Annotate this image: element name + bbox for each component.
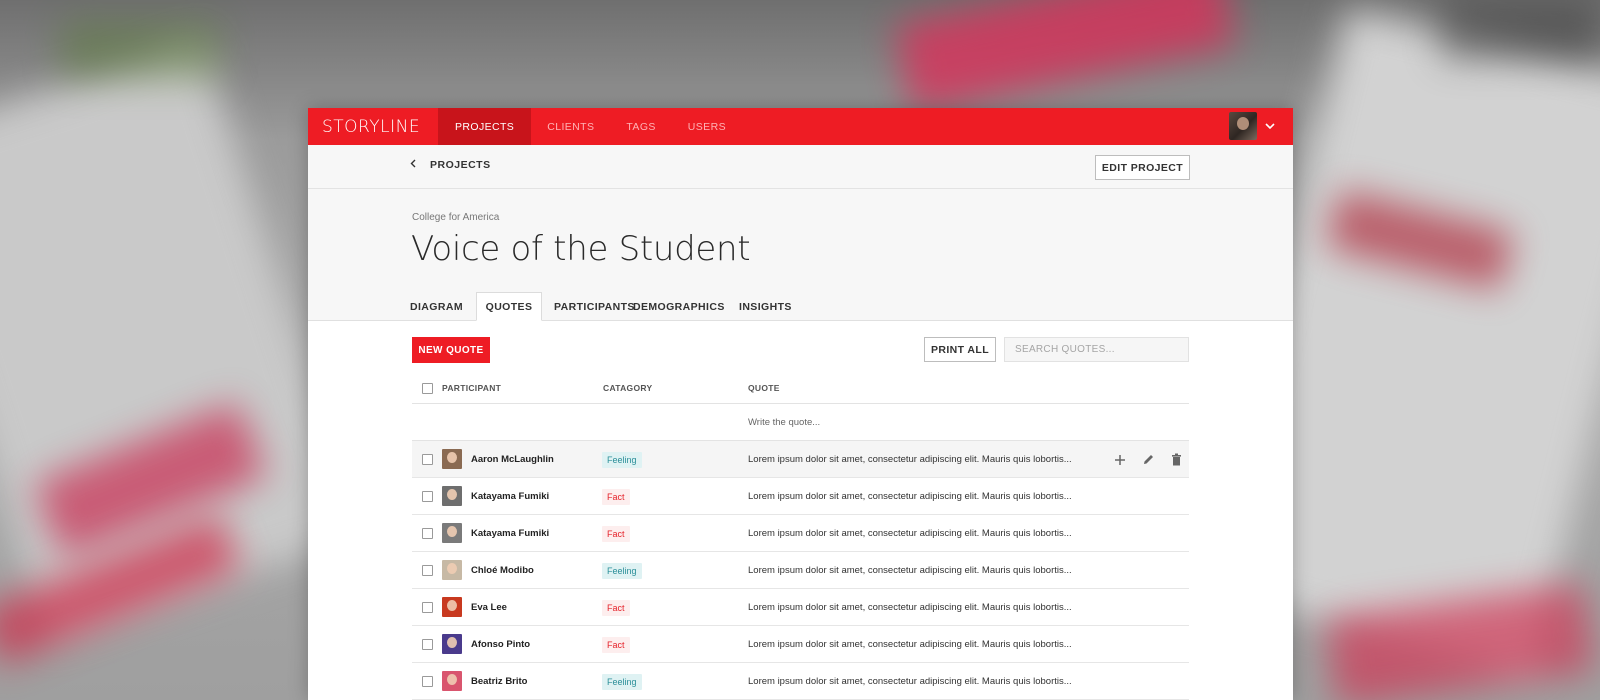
participant-name[interactable]: Aaron McLaughlin [471, 454, 602, 465]
avatar [442, 486, 462, 506]
table-row[interactable]: Aaron McLaughlin Feeling Lorem ipsum dolor… [412, 441, 1189, 478]
category-tag[interactable]: Feeling [602, 674, 642, 690]
avatar[interactable] [1229, 112, 1257, 140]
sub-bar: PROJECTS EDIT PROJECT [308, 145, 1293, 189]
table-header: PARTICIPANT CATAGORY QUOTE [412, 373, 1189, 404]
new-quote-button[interactable]: NEW QUOTE [412, 337, 490, 363]
participant-name[interactable]: Katayama Fumiki [471, 491, 602, 502]
quote-text[interactable]: Lorem ipsum dolor sit amet, consectetur … [748, 602, 1078, 613]
participant-name[interactable]: Katayama Fumiki [471, 528, 602, 539]
tab-insights[interactable]: INSIGHTS [739, 292, 799, 321]
quotes-table: PARTICIPANT CATAGORY QUOTE Write the quo… [412, 373, 1189, 700]
page-title: Voice of the Student [411, 229, 751, 269]
edit-project-button[interactable]: EDIT PROJECT [1095, 155, 1190, 180]
category-cell: Fact [602, 635, 748, 653]
quote-text[interactable]: Lorem ipsum dolor sit amet, consectetur … [748, 565, 1078, 576]
category-tag[interactable]: Fact [602, 637, 630, 653]
avatar [442, 671, 462, 691]
nav-projects[interactable]: PROJECTS [438, 108, 532, 145]
category-cell: Fact [602, 487, 748, 505]
row-checkbox[interactable] [422, 638, 433, 650]
nav-clients[interactable]: CLIENTS [531, 108, 610, 145]
quote-text[interactable]: Lorem ipsum dolor sit amet, consectetur … [748, 491, 1078, 502]
column-participant[interactable]: PARTICIPANT [442, 383, 603, 393]
pencil-icon[interactable] [1141, 453, 1155, 467]
back-to-projects[interactable]: PROJECTS [410, 159, 491, 171]
category-cell: Fact [602, 524, 748, 542]
avatar [442, 597, 462, 617]
column-category[interactable]: CATAGORY [603, 383, 748, 393]
tab-diagram[interactable]: DIAGRAM [410, 292, 476, 321]
category-tag[interactable]: Fact [602, 600, 630, 616]
participant-name[interactable]: Afonso Pinto [471, 639, 602, 650]
category-tag[interactable]: Fact [602, 489, 630, 505]
avatar [442, 560, 462, 580]
row-actions [1113, 441, 1183, 478]
user-menu[interactable] [1229, 112, 1275, 140]
table-row[interactable]: Katayama Fumiki Fact Lorem ipsum dolor sit… [412, 478, 1189, 515]
select-all-checkbox[interactable] [422, 382, 433, 394]
table-row[interactable]: Afonso Pinto Fact Lorem ipsum dolor sit am… [412, 626, 1189, 663]
quote-text[interactable]: Lorem ipsum dolor sit amet, consectetur … [748, 639, 1078, 650]
table-row[interactable]: Chloé Modibo Feeling Lorem ipsum dolor sit… [412, 552, 1189, 589]
print-all-button[interactable]: PRINT ALL [924, 337, 996, 362]
tab-quotes[interactable]: QUOTES [476, 292, 542, 321]
participant-name[interactable]: Chloé Modibo [471, 565, 602, 576]
top-nav-bar: STORYLINE PROJECTS CLIENTS TAGS USERS [308, 108, 1293, 145]
tab-bar: DIAGRAM QUOTES PARTICIPANTS DEMOGRAPHICS… [410, 292, 799, 321]
table-body: Aaron McLaughlin Feeling Lorem ipsum dolor… [412, 441, 1189, 700]
chevron-left-icon[interactable] [410, 159, 416, 171]
participant-name[interactable]: Beatriz Brito [471, 676, 602, 687]
client-name: College for America [412, 212, 500, 223]
row-checkbox[interactable] [422, 527, 433, 539]
category-tag[interactable]: Fact [602, 526, 630, 542]
participant-name[interactable]: Eva Lee [471, 602, 602, 613]
table-row[interactable]: Eva Lee Fact Lorem ipsum dolor sit amet, c… [412, 589, 1189, 626]
logo[interactable]: STORYLINE [308, 108, 438, 145]
table-row[interactable]: Beatriz Brito Feeling Lorem ipsum dolor si… [412, 663, 1189, 700]
row-checkbox[interactable] [422, 490, 433, 502]
tab-demographics[interactable]: DEMOGRAPHICS [633, 292, 739, 321]
category-tag[interactable]: Feeling [602, 452, 642, 468]
search-input[interactable] [1004, 337, 1189, 362]
quote-text[interactable]: Lorem ipsum dolor sit amet, consectetur … [748, 528, 1078, 539]
row-checkbox[interactable] [422, 564, 433, 576]
breadcrumb[interactable]: PROJECTS [430, 159, 491, 171]
category-cell: Feeling [602, 672, 748, 690]
category-cell: Fact [602, 598, 748, 616]
quote-text[interactable]: Lorem ipsum dolor sit amet, consectetur … [748, 676, 1078, 687]
table-row[interactable]: Katayama Fumiki Fact Lorem ipsum dolor sit… [412, 515, 1189, 552]
quote-text[interactable]: Lorem ipsum dolor sit amet, consectetur … [748, 454, 1078, 465]
column-quote[interactable]: QUOTE [748, 383, 780, 393]
row-checkbox[interactable] [422, 601, 433, 613]
avatar [442, 634, 462, 654]
row-checkbox[interactable] [422, 453, 433, 465]
category-cell: Feeling [602, 450, 748, 468]
quotes-panel: NEW QUOTE PRINT ALL PARTICIPANT CATAGORY… [308, 321, 1293, 700]
new-quote-row[interactable]: Write the quote... [412, 404, 1189, 441]
app-window: STORYLINE PROJECTS CLIENTS TAGS USERS PR… [308, 108, 1293, 700]
tab-participants[interactable]: PARTICIPANTS [542, 292, 634, 321]
avatar [442, 449, 462, 469]
quote-input[interactable]: Write the quote... [748, 417, 820, 428]
avatar [442, 523, 462, 543]
category-tag[interactable]: Feeling [602, 563, 642, 579]
plus-icon[interactable] [1113, 453, 1127, 467]
trash-icon[interactable] [1169, 453, 1183, 467]
project-header: College for America Voice of the Student… [308, 189, 1293, 321]
category-cell: Feeling [602, 561, 748, 579]
nav-users[interactable]: USERS [672, 108, 742, 145]
row-checkbox[interactable] [422, 675, 433, 687]
nav-tags[interactable]: TAGS [610, 108, 671, 145]
chevron-down-icon[interactable] [1265, 121, 1275, 132]
